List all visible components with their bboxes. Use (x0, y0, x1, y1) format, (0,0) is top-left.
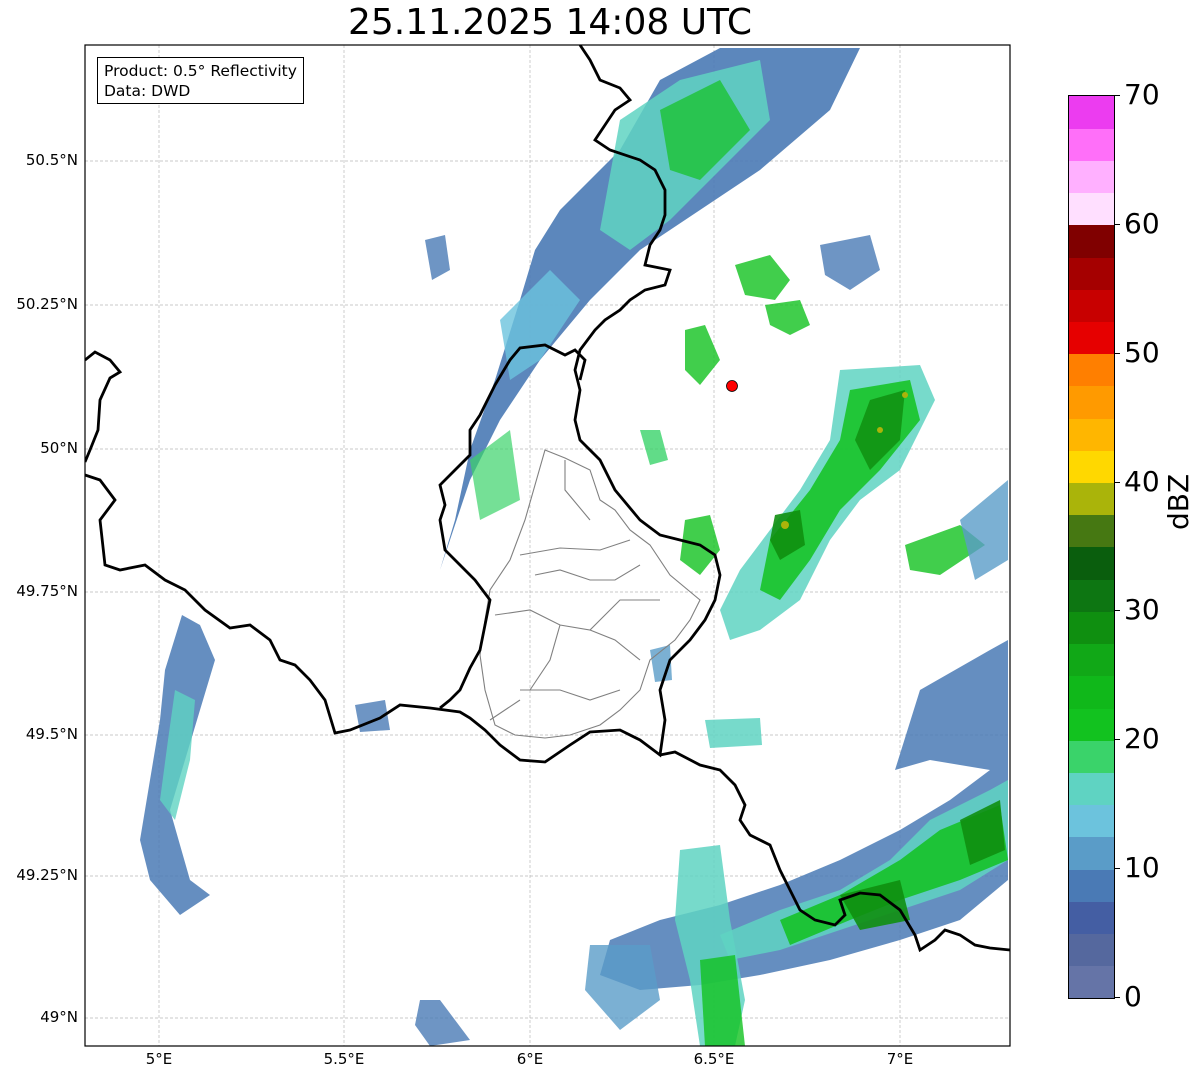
lon-label: 7°E (886, 1050, 914, 1068)
reflectivity-layer (140, 48, 1008, 1046)
colorbar-tick (1114, 868, 1120, 870)
lat-label: 49.25°N (16, 866, 78, 884)
colorbar-tick (1114, 610, 1120, 612)
colorbar-segment (1069, 933, 1114, 967)
radar-map (84, 44, 1011, 1047)
lat-label: 50.5°N (25, 151, 78, 169)
colorbar-tick (1114, 352, 1120, 354)
echo-area (585, 945, 660, 1030)
echo-core (902, 392, 908, 398)
colorbar-segment (1069, 224, 1114, 258)
colorbar-tick-label: 20 (1124, 722, 1160, 756)
colorbar-segment (1069, 708, 1114, 741)
colorbar-segment (1069, 675, 1114, 709)
echo-area (735, 255, 790, 300)
colorbar-tick (1114, 95, 1120, 96)
echo-core (877, 427, 883, 433)
colorbar-tick-label: 0 (1124, 980, 1142, 1013)
colorbar-segment (1069, 128, 1114, 161)
lon-label: 5.5°E (323, 1050, 365, 1068)
country-border (85, 350, 123, 463)
colorbar (1068, 95, 1115, 999)
colorbar-segment (1069, 353, 1114, 387)
colorbar-segment (1069, 192, 1114, 226)
colorbar-tick (1114, 997, 1120, 998)
data-source-label: Data: DWD (104, 82, 191, 100)
colorbar-tick (1114, 223, 1120, 225)
colorbar-segment (1069, 321, 1114, 355)
boundaries (85, 45, 1010, 953)
colorbar-tick-label: 40 (1124, 464, 1160, 498)
echo-area (820, 235, 880, 290)
colorbar-segment (1069, 579, 1114, 612)
colorbar-segment (1069, 514, 1114, 548)
echo-area (685, 325, 720, 385)
colorbar-segment (1069, 740, 1114, 773)
colorbar-segment (1069, 482, 1114, 516)
colorbar-tick-label: 50 (1124, 335, 1160, 369)
echo-area (640, 430, 668, 465)
colorbar-tick (1114, 481, 1120, 483)
colorbar-segment (1069, 385, 1114, 419)
echo-area (415, 1000, 470, 1046)
colorbar-segment (1069, 418, 1114, 451)
echo-area (765, 300, 810, 335)
colorbar-segment (1069, 965, 1114, 999)
colorbar-segment (1069, 643, 1114, 677)
colorbar-tick-label: 10 (1124, 851, 1160, 885)
colorbar-tick-label: 30 (1124, 593, 1160, 627)
echo-area (705, 718, 762, 748)
colorbar-segment (1069, 611, 1114, 645)
colorbar-tick (1114, 739, 1120, 741)
colorbar-segment (1069, 869, 1114, 902)
colorbar-segment (1069, 804, 1114, 838)
radar-site-marker (726, 380, 738, 392)
echo-core (781, 521, 789, 529)
lat-label: 49°N (40, 1008, 78, 1026)
colorbar-segment (1069, 836, 1114, 870)
colorbar-segment (1069, 257, 1114, 290)
colorbar-segment (1069, 160, 1114, 194)
product-label: Product: 0.5° Reflectivity (104, 62, 297, 80)
colorbar-segment (1069, 450, 1114, 484)
colorbar-segment (1069, 96, 1114, 129)
lat-label: 49.75°N (16, 582, 78, 600)
lon-label: 6°E (516, 1050, 544, 1068)
lon-label: 5°E (145, 1050, 173, 1068)
lat-label: 50.25°N (16, 295, 78, 313)
colorbar-label: dBZ (1162, 473, 1195, 530)
lat-label: 49.5°N (25, 725, 78, 743)
colorbar-tick-label: 70 (1124, 78, 1160, 111)
lon-label: 6.5°E (693, 1050, 735, 1068)
colorbar-tick-label: 60 (1124, 206, 1160, 240)
colorbar-segment (1069, 547, 1114, 580)
lat-label: 50°N (40, 439, 78, 457)
echo-area (960, 480, 1008, 580)
colorbar-segment (1069, 901, 1114, 935)
colorbar-segment (1069, 772, 1114, 806)
colorbar-segment (1069, 289, 1114, 322)
info-box: Product: 0.5° Reflectivity Data: DWD (97, 57, 304, 104)
echo-area (425, 235, 450, 280)
